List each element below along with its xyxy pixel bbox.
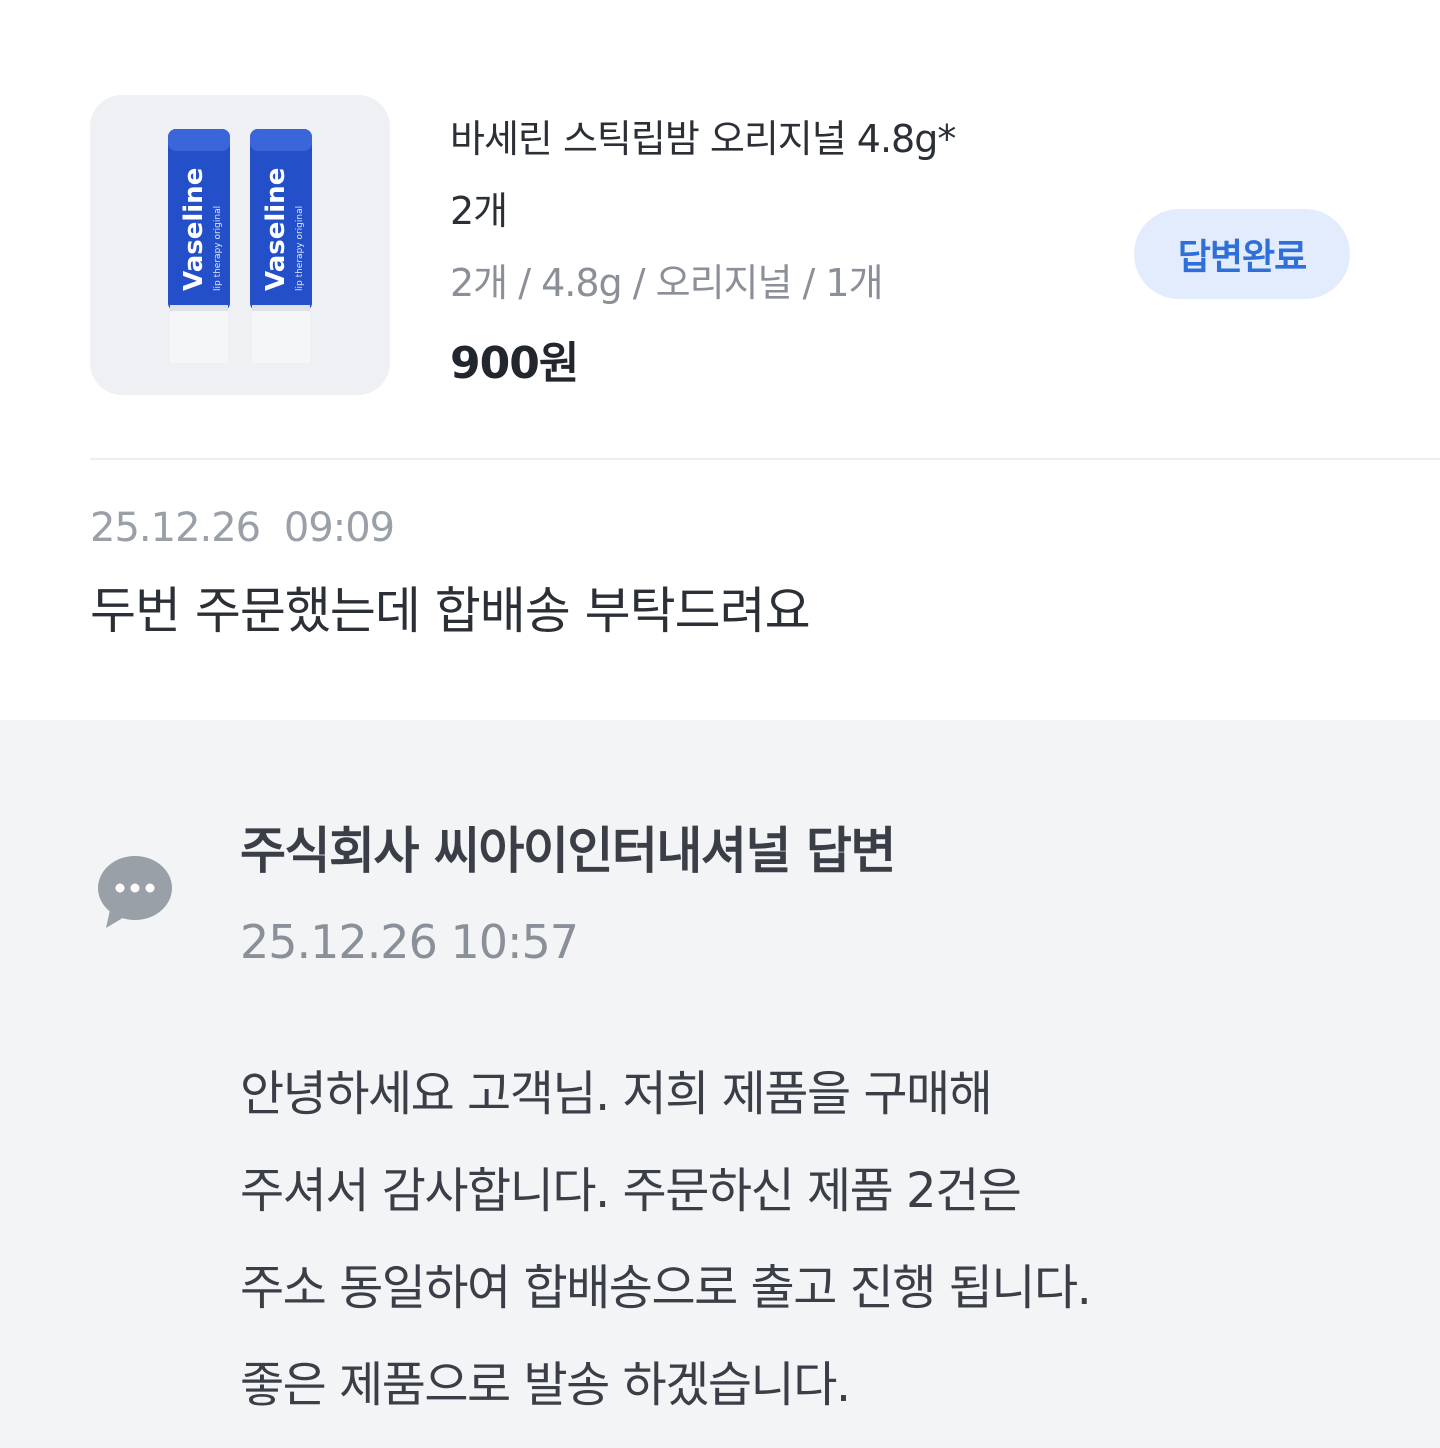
answer-title: 주식회사 씨아이인터내셔널 답변: [240, 822, 896, 880]
question-text: 두번 주문했는데 합배송 부탁드려요: [90, 582, 811, 640]
svg-text:lip therapy original: lip therapy original: [213, 206, 223, 291]
answer-body: 안녕하세요 고객님. 저희 제품을 구매해 주셔서 감사합니다. 주문하신 제품…: [240, 1046, 1380, 1434]
svg-text:lip therapy original: lip therapy original: [295, 206, 305, 291]
divider: [90, 458, 1440, 460]
product-info: 바세린 스틱립밤 오리지널 4.8g* 2개 2개 / 4.8g / 오리지널 …: [450, 103, 1110, 409]
answer-line: 좋은 제품으로 발송 하겠습니다.: [240, 1357, 851, 1413]
product-brand-text-right: Vaseline: [261, 168, 291, 291]
product-brand-text-left: Vaseline: [179, 168, 209, 291]
product-thumbnail[interactable]: Vaseline lip therapy original Vaseline l…: [90, 95, 390, 395]
answer-date: 25.12.26 10:57: [240, 915, 579, 969]
answer-line: 안녕하세요 고객님. 저희 제품을 구매해: [240, 1066, 993, 1122]
answer-line: 주소 동일하여 합배송으로 출고 진행 됩니다.: [240, 1260, 1092, 1316]
product-card[interactable]: Vaseline lip therapy original Vaseline l…: [90, 95, 1350, 395]
status-badge: 답변완료: [1134, 209, 1350, 299]
question-date: 25.12.26 09:09: [90, 505, 395, 551]
product-name-line2[interactable]: 2개: [450, 175, 1110, 247]
product-name-line1[interactable]: 바세린 스틱립밤 오리지널 4.8g*: [450, 103, 1110, 175]
product-price: 900원: [450, 338, 579, 389]
answer-section: 주식회사 씨아이인터내셔널 답변 25.12.26 10:57 안녕하세요 고객…: [0, 720, 1440, 1448]
vaseline-product-image: Vaseline lip therapy original Vaseline l…: [168, 129, 312, 363]
chat-bubble-icon: [96, 854, 174, 934]
answer-line: 주셔서 감사합니다. 주문하신 제품 2건은: [240, 1163, 1022, 1219]
product-option: 2개 / 4.8g / 오리지널 / 1개: [450, 261, 884, 305]
question-section: 25.12.26 09:09 두번 주문했는데 합배송 부탁드려요: [90, 500, 1390, 646]
